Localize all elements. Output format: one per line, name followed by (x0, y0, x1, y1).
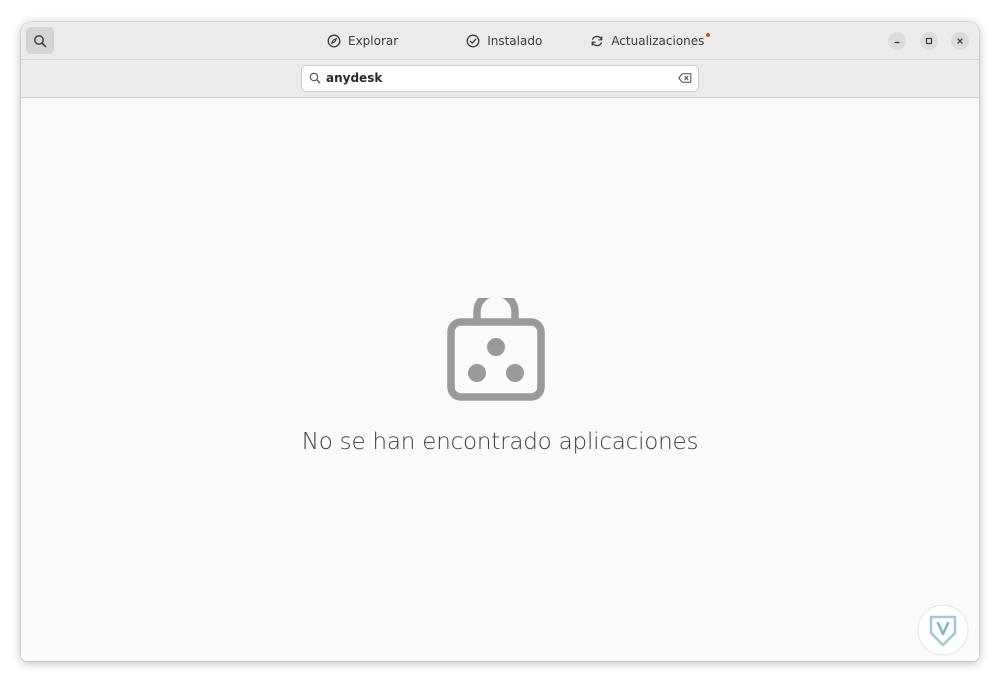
search-input[interactable]: anydesk (301, 65, 699, 92)
search-value: anydesk (326, 71, 383, 85)
close-button[interactable] (951, 32, 969, 50)
empty-state-message: No se han encontrado aplicaciones (301, 429, 699, 455)
app-store-bag-icon (447, 298, 545, 401)
minimize-button[interactable] (888, 32, 906, 50)
close-icon (957, 38, 963, 44)
search-results-area: No se han encontrado aplicaciones (21, 98, 979, 661)
tab-explorar-label: Explorar (348, 34, 399, 48)
minimize-icon (894, 41, 900, 44)
header-bar: Explorar Instalado Actualizaciones (21, 22, 979, 60)
backspace-icon[interactable] (678, 73, 692, 83)
tab-actualizaciones-label: Actualizaciones (611, 34, 705, 48)
tab-instalado[interactable]: Instalado (466, 30, 542, 52)
search-icon (309, 72, 321, 84)
tab-instalado-label: Instalado (487, 34, 543, 48)
notification-dot (706, 33, 711, 37)
app-window: Explorar Instalado Actualizaciones anyde… (21, 22, 979, 661)
search-icon (34, 34, 47, 47)
maximize-icon (925, 37, 933, 45)
view-switcher: Explorar Instalado Actualizaciones (327, 30, 711, 52)
compass-icon (327, 34, 341, 48)
check-circle-icon (466, 34, 480, 48)
maximize-button[interactable] (920, 32, 938, 50)
tab-explorar[interactable]: Explorar (327, 30, 398, 52)
search-toggle-button[interactable] (26, 27, 54, 54)
watermark-logo (917, 604, 969, 656)
tab-actualizaciones[interactable]: Actualizaciones (590, 30, 711, 52)
search-bar: anydesk (21, 60, 979, 98)
refresh-icon (591, 35, 603, 47)
